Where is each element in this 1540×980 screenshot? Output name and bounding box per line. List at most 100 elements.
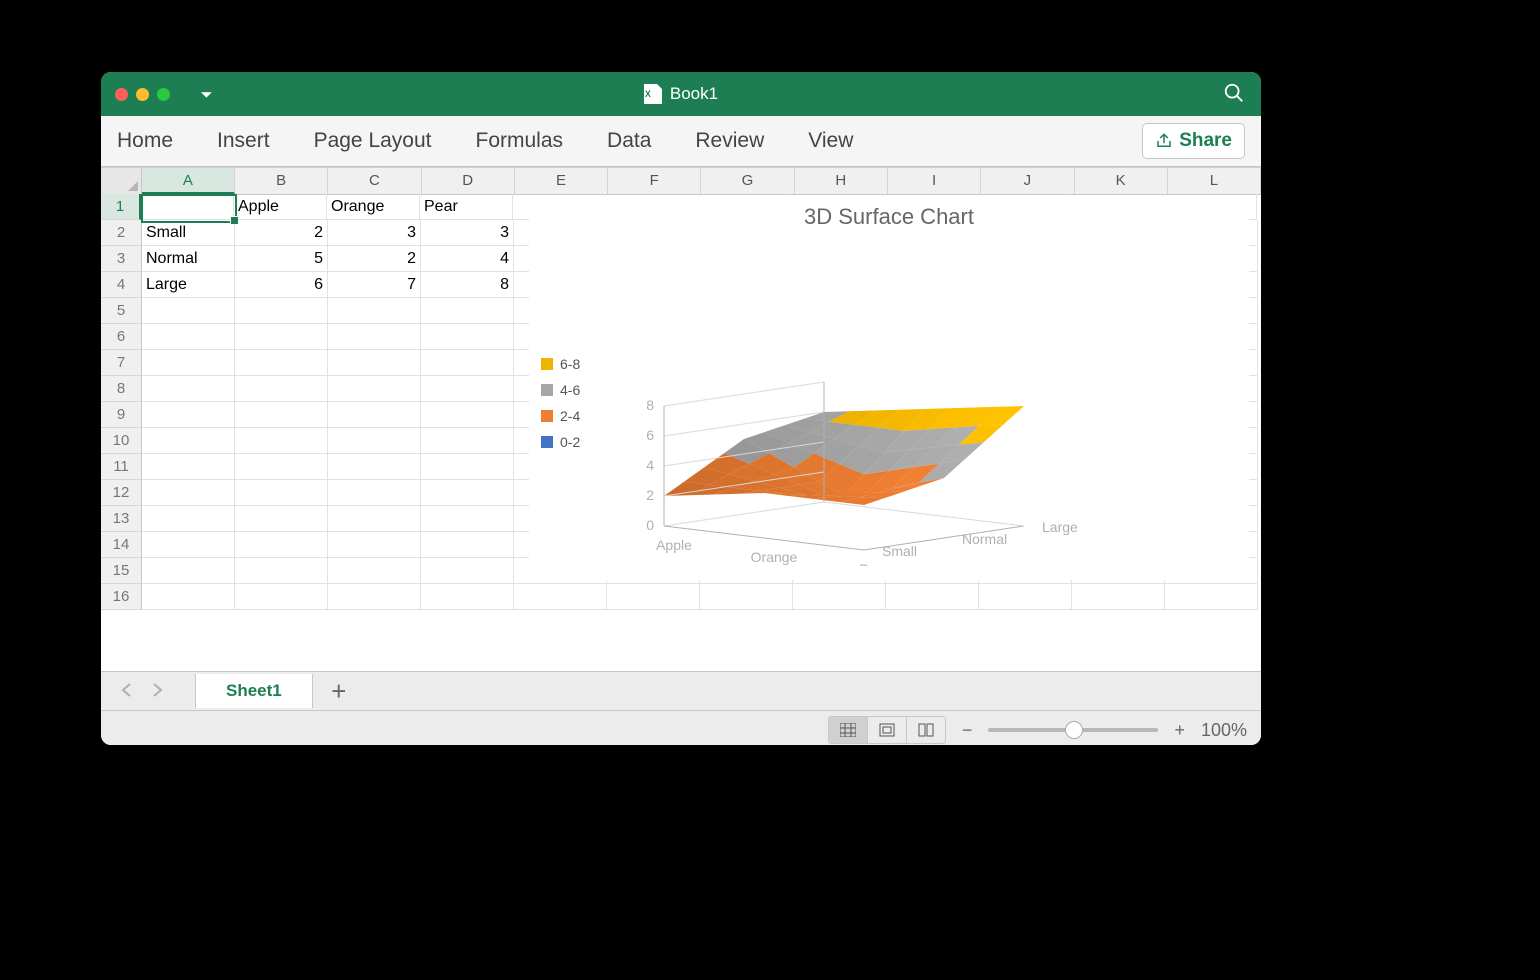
cell-D13[interactable] (421, 506, 514, 532)
view-normal-icon[interactable] (829, 717, 868, 743)
cell-D1[interactable]: Pear (420, 194, 513, 220)
cell-C13[interactable] (328, 506, 421, 532)
cell-D14[interactable] (421, 532, 514, 558)
sheet-nav-next[interactable] (145, 678, 169, 705)
share-button[interactable]: Share (1142, 123, 1245, 159)
cell-A14[interactable] (142, 532, 235, 558)
row-header-9[interactable]: 9 (101, 402, 142, 428)
row-header-12[interactable]: 12 (101, 480, 142, 506)
cell-C4[interactable]: 7 (328, 272, 421, 298)
tab-home[interactable]: Home (117, 129, 173, 153)
cell-A3[interactable]: Normal (142, 246, 235, 272)
col-header-B[interactable]: B (235, 168, 328, 194)
row-header-4[interactable]: 4 (101, 272, 142, 298)
cell-B5[interactable] (235, 298, 328, 324)
cell-C9[interactable] (328, 402, 421, 428)
cell-C10[interactable] (328, 428, 421, 454)
zoom-slider-knob[interactable] (1065, 721, 1083, 739)
tab-review[interactable]: Review (695, 129, 764, 153)
cell-C3[interactable]: 2 (328, 246, 421, 272)
cell-A4[interactable]: Large (142, 272, 235, 298)
cell-D9[interactable] (421, 402, 514, 428)
tab-formulas[interactable]: Formulas (476, 129, 564, 153)
cell-B7[interactable] (235, 350, 328, 376)
cell-B9[interactable] (235, 402, 328, 428)
cell-B12[interactable] (235, 480, 328, 506)
col-header-H[interactable]: H (795, 168, 888, 194)
cell-B16[interactable] (235, 584, 328, 610)
cell-C8[interactable] (328, 376, 421, 402)
cell-C5[interactable] (328, 298, 421, 324)
tab-page-layout[interactable]: Page Layout (314, 129, 432, 153)
cell-A5[interactable] (142, 298, 235, 324)
row-header-1[interactable]: 1 (101, 194, 141, 220)
cell-A13[interactable] (142, 506, 235, 532)
cell-G16[interactable] (700, 584, 793, 610)
cell-B10[interactable] (235, 428, 328, 454)
cell-D2[interactable]: 3 (421, 220, 514, 246)
cell-B4[interactable]: 6 (235, 272, 328, 298)
cell-D11[interactable] (421, 454, 514, 480)
zoom-level[interactable]: 100% (1201, 720, 1247, 741)
spreadsheet-grid[interactable]: A B C D E F G H I J K L 1AppleOrangePear… (101, 167, 1261, 671)
cell-B3[interactable]: 5 (235, 246, 328, 272)
search-icon[interactable] (1223, 82, 1245, 104)
cell-D7[interactable] (421, 350, 514, 376)
add-sheet-button[interactable]: + (319, 676, 359, 707)
cell-D4[interactable]: 8 (421, 272, 514, 298)
col-header-C[interactable]: C (328, 168, 421, 194)
maximize-icon[interactable] (157, 88, 170, 101)
cell-C12[interactable] (328, 480, 421, 506)
row-header-10[interactable]: 10 (101, 428, 142, 454)
tab-view[interactable]: View (808, 129, 853, 153)
cell-B13[interactable] (235, 506, 328, 532)
view-page-break-icon[interactable] (907, 717, 945, 743)
col-header-G[interactable]: G (701, 168, 794, 194)
cell-C15[interactable] (328, 558, 421, 584)
zoom-out-button[interactable]: − (962, 720, 973, 741)
tab-data[interactable]: Data (607, 129, 651, 153)
minimize-icon[interactable] (136, 88, 149, 101)
col-header-E[interactable]: E (515, 168, 608, 194)
row-header-15[interactable]: 15 (101, 558, 142, 584)
close-icon[interactable] (115, 88, 128, 101)
cell-A12[interactable] (142, 480, 235, 506)
cell-H16[interactable] (793, 584, 886, 610)
col-header-K[interactable]: K (1075, 168, 1168, 194)
cell-A11[interactable] (142, 454, 235, 480)
zoom-slider[interactable] (988, 728, 1158, 732)
row-header-5[interactable]: 5 (101, 298, 142, 324)
cell-B14[interactable] (235, 532, 328, 558)
quick-access-toolbar[interactable]: ▼ (197, 89, 215, 100)
cell-D10[interactable] (421, 428, 514, 454)
cell-J16[interactable] (979, 584, 1072, 610)
row-header-11[interactable]: 11 (101, 454, 142, 480)
cell-A1[interactable] (141, 194, 234, 220)
cell-B1[interactable]: Apple (234, 194, 327, 220)
cell-C16[interactable] (328, 584, 421, 610)
cell-C1[interactable]: Orange (327, 194, 420, 220)
row-header-3[interactable]: 3 (101, 246, 142, 272)
cell-D6[interactable] (421, 324, 514, 350)
cell-D8[interactable] (421, 376, 514, 402)
zoom-in-button[interactable]: + (1174, 720, 1185, 741)
row-header-16[interactable]: 16 (101, 584, 142, 610)
cell-E16[interactable] (514, 584, 607, 610)
col-header-F[interactable]: F (608, 168, 701, 194)
cell-A8[interactable] (142, 376, 235, 402)
cell-B15[interactable] (235, 558, 328, 584)
cell-D12[interactable] (421, 480, 514, 506)
sheet-nav-prev[interactable] (115, 678, 139, 705)
row-header-2[interactable]: 2 (101, 220, 142, 246)
row-header-14[interactable]: 14 (101, 532, 142, 558)
row-header-8[interactable]: 8 (101, 376, 142, 402)
cell-I16[interactable] (886, 584, 979, 610)
cell-A15[interactable] (142, 558, 235, 584)
col-header-D[interactable]: D (422, 168, 515, 194)
sheet-tab-active[interactable]: Sheet1 (195, 674, 313, 708)
cell-K16[interactable] (1072, 584, 1165, 610)
cell-D5[interactable] (421, 298, 514, 324)
cell-L16[interactable] (1165, 584, 1258, 610)
cell-A10[interactable] (142, 428, 235, 454)
row-header-13[interactable]: 13 (101, 506, 142, 532)
